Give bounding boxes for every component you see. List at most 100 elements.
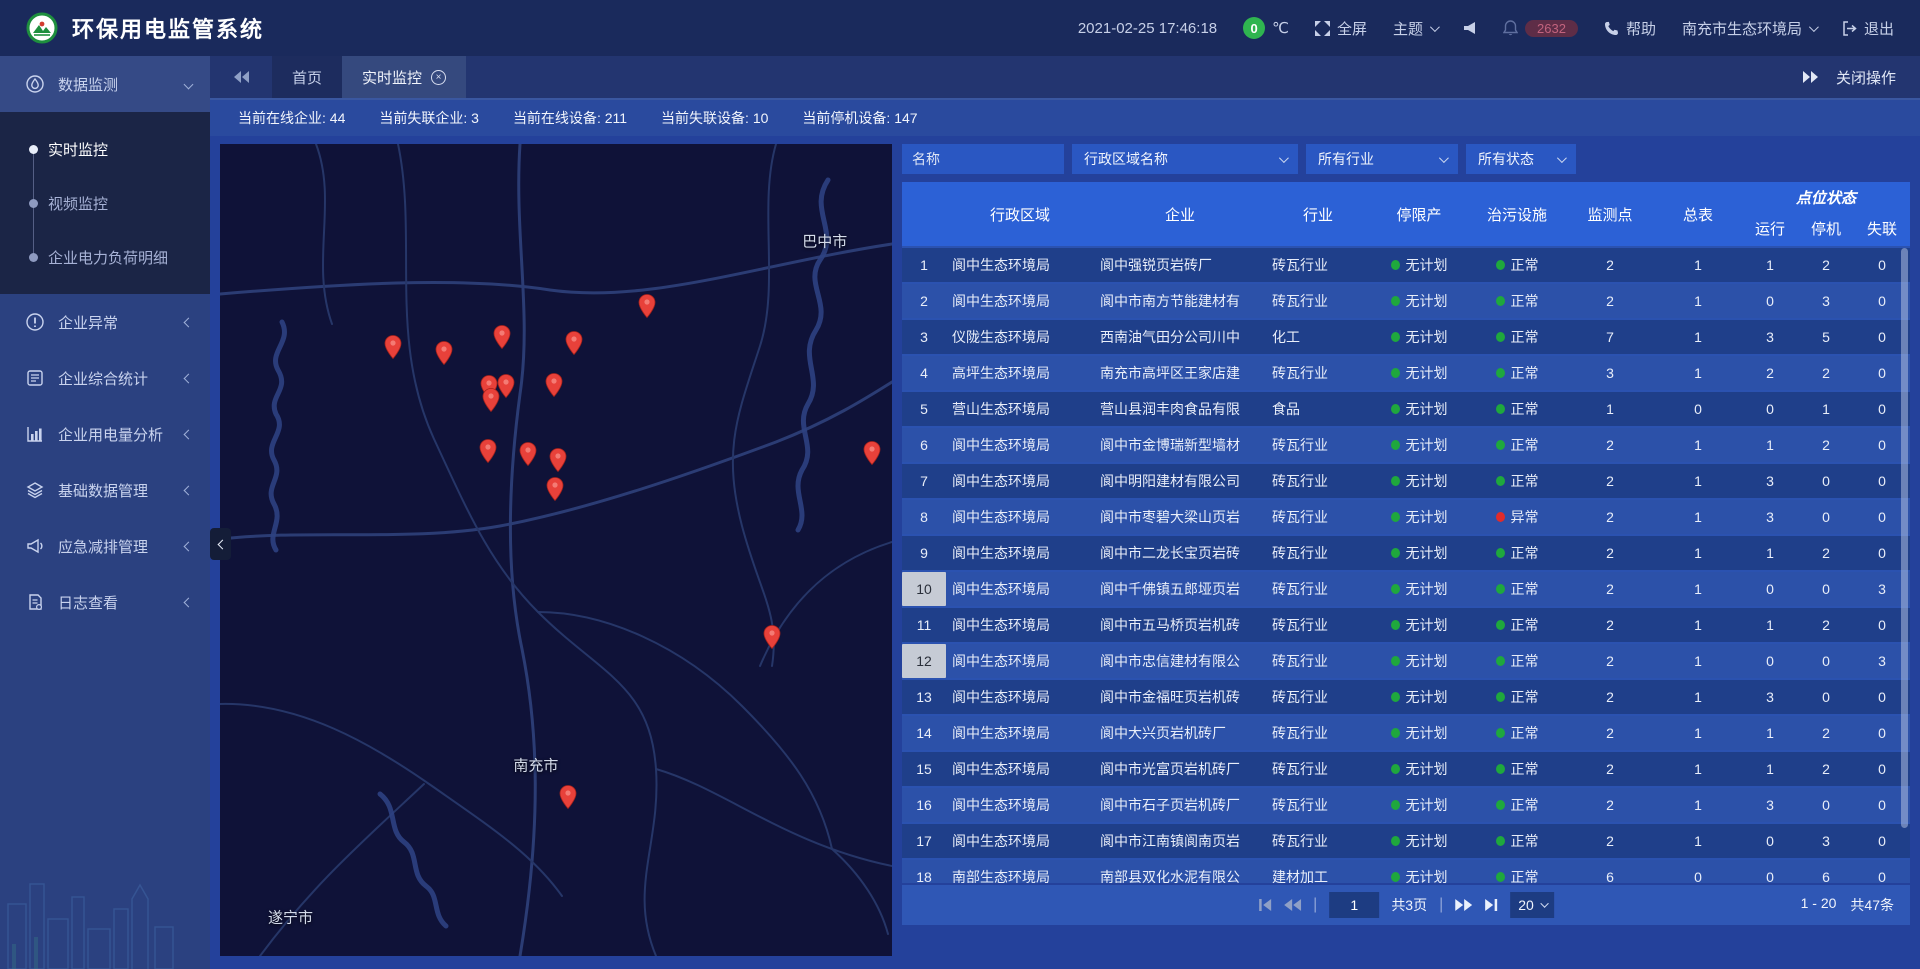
- table-row[interactable]: 18 南部生态环境局 南部县双化水泥有限公 建材加工 无计划 正常 6 0 0 …: [902, 860, 1910, 883]
- table-row[interactable]: 2 阆中生态环境局 阆中市南方节能建材有 砖瓦行业 无计划 正常 2 1 0 3…: [902, 284, 1910, 318]
- filter-bar: 行政区域名称 所有行业 所有状态: [902, 144, 1910, 174]
- sidebar-item-1[interactable]: 企业异常: [0, 294, 210, 350]
- sidebar-subitem-0-2[interactable]: 企业电力负荷明细: [0, 230, 210, 284]
- table-row[interactable]: 5 营山生态环境局 营山县润丰肉食品有限 食品 无计划 正常 1 0 0 1 0: [902, 392, 1910, 426]
- logout-button[interactable]: 退出: [1842, 18, 1894, 39]
- table-row[interactable]: 8 阆中生态环境局 阆中市枣碧大梁山页岩 砖瓦行业 无计划 异常 2 1 3 0…: [902, 500, 1910, 534]
- table-row[interactable]: 3 仪陇生态环境局 西南油气田分公司川中 化工 无计划 正常 7 1 3 5 0: [902, 320, 1910, 354]
- map-pin[interactable]: [763, 625, 780, 649]
- page-number-input[interactable]: [1329, 892, 1379, 918]
- cell-running: 3: [1742, 473, 1798, 489]
- cell-region: 阆中生态环境局: [946, 291, 1094, 311]
- sidebar-subitem-0-1[interactable]: 视频监控: [0, 176, 210, 230]
- cell-region: 阆中生态环境局: [946, 795, 1094, 815]
- sidebar-item-2[interactable]: 企业综合统计: [0, 350, 210, 406]
- map-pin-icon: [480, 439, 497, 463]
- map-canvas[interactable]: 巴中市南充市遂宁市: [220, 144, 892, 956]
- row-index: 11: [902, 608, 946, 642]
- volume-button[interactable]: [1463, 21, 1477, 35]
- map-pin[interactable]: [480, 439, 497, 463]
- double-chevron-right-icon[interactable]: [1802, 71, 1818, 83]
- collapse-panel-button[interactable]: [210, 528, 231, 560]
- sidebar-item-6[interactable]: 日志查看: [0, 574, 210, 630]
- name-search-input[interactable]: [902, 144, 1064, 174]
- next-page-button[interactable]: [1455, 899, 1472, 911]
- cell-facility-status: 正常: [1468, 615, 1566, 635]
- cell-stopped: 0: [1798, 581, 1854, 597]
- map-pin[interactable]: [550, 448, 567, 472]
- cell-stopped: 1: [1798, 401, 1854, 417]
- table-row[interactable]: 16 阆中生态环境局 阆中市石子页岩机砖厂 砖瓦行业 无计划 正常 2 1 3 …: [902, 788, 1910, 822]
- theme-dropdown[interactable]: 主题: [1393, 18, 1437, 39]
- table-row[interactable]: 4 高坪生态环境局 南充市高坪区王家店建 砖瓦行业 无计划 正常 3 1 2 2…: [902, 356, 1910, 390]
- table-row[interactable]: 15 阆中生态环境局 阆中市光富页岩机砖厂 砖瓦行业 无计划 正常 2 1 1 …: [902, 752, 1910, 786]
- sidebar-item-0[interactable]: 数据监测: [0, 56, 210, 112]
- notifications-button[interactable]: 2632: [1503, 20, 1578, 37]
- cell-company: 阆中市枣碧大梁山页岩: [1094, 507, 1266, 527]
- cell-meters: 1: [1654, 761, 1742, 777]
- map-pin[interactable]: [483, 388, 500, 412]
- app-logo-icon: [26, 12, 58, 44]
- map-pin-icon: [545, 373, 562, 397]
- table-row[interactable]: 13 阆中生态环境局 阆中市金福旺页岩机砖 砖瓦行业 无计划 正常 2 1 3 …: [902, 680, 1910, 714]
- chevron-down-icon: [1809, 22, 1819, 32]
- tab-close-icon[interactable]: ×: [431, 70, 446, 85]
- table-row[interactable]: 11 阆中生态环境局 阆中市五马桥页岩机砖 砖瓦行业 无计划 正常 2 1 1 …: [902, 608, 1910, 642]
- sidebar-item-4[interactable]: 基础数据管理: [0, 462, 210, 518]
- map-pin[interactable]: [863, 441, 880, 465]
- cell-meters: 1: [1654, 653, 1742, 669]
- row-index: 2: [902, 284, 946, 318]
- table-row[interactable]: 7 阆中生态环境局 阆中明阳建材有限公司 砖瓦行业 无计划 正常 2 1 3 0…: [902, 464, 1910, 498]
- page-size-select[interactable]: 20: [1510, 892, 1554, 918]
- row-index: 16: [902, 788, 946, 822]
- tab-home[interactable]: 首页: [272, 56, 342, 98]
- map-pin[interactable]: [566, 331, 583, 355]
- previous-page-button[interactable]: [1284, 899, 1301, 911]
- stat-item: 当前失联企业: 3: [379, 108, 479, 128]
- region-select[interactable]: 行政区域名称: [1072, 144, 1298, 174]
- table-row[interactable]: 1 阆中生态环境局 阆中强锐页岩砖厂 砖瓦行业 无计划 正常 2 1 1 2 0: [902, 248, 1910, 282]
- cell-meters: 1: [1654, 437, 1742, 453]
- industry-select[interactable]: 所有行业: [1306, 144, 1458, 174]
- map-pin[interactable]: [493, 325, 510, 349]
- map-pin[interactable]: [436, 341, 453, 365]
- close-operations-button[interactable]: 关闭操作: [1836, 67, 1896, 88]
- help-button[interactable]: 帮助: [1604, 18, 1656, 39]
- last-page-button[interactable]: [1484, 899, 1498, 911]
- pager-divider: |: [1313, 896, 1317, 914]
- map-pin[interactable]: [547, 477, 564, 501]
- cell-points: 2: [1566, 725, 1654, 741]
- cell-facility-status: 正常: [1468, 399, 1566, 419]
- table-row[interactable]: 14 阆中生态环境局 阆中大兴页岩机砖厂 砖瓦行业 无计划 正常 2 1 1 2…: [902, 716, 1910, 750]
- cell-stopped: 3: [1798, 293, 1854, 309]
- map-pin[interactable]: [560, 785, 577, 809]
- status-dot: [1496, 332, 1505, 342]
- table-row[interactable]: 6 阆中生态环境局 阆中市金博瑞新型墙材 砖瓦行业 无计划 正常 2 1 1 2…: [902, 428, 1910, 462]
- map-pin[interactable]: [639, 294, 656, 318]
- sidebar-subitem-0-0[interactable]: 实时监控: [0, 122, 210, 176]
- map-pin[interactable]: [545, 373, 562, 397]
- cell-points: 3: [1566, 365, 1654, 381]
- table-row[interactable]: 10 阆中生态环境局 阆中千佛镇五郎垭页岩 砖瓦行业 无计划 正常 2 1 0 …: [902, 572, 1910, 606]
- fullscreen-button[interactable]: 全屏: [1315, 18, 1367, 39]
- tabs-scroll-left-button[interactable]: [224, 71, 260, 83]
- table-row[interactable]: 9 阆中生态环境局 阆中市二龙长宝页岩砖 砖瓦行业 无计划 正常 2 1 1 2…: [902, 536, 1910, 570]
- cell-stopped: 0: [1798, 797, 1854, 813]
- organization-dropdown[interactable]: 南充市生态环境局: [1682, 18, 1816, 39]
- first-page-button[interactable]: [1258, 899, 1272, 911]
- tab-realtime-monitor[interactable]: 实时监控 ×: [342, 56, 466, 98]
- table-scrollbar-thumb[interactable]: [1901, 248, 1908, 828]
- cell-running: 0: [1742, 653, 1798, 669]
- cell-industry: 砖瓦行业: [1266, 759, 1370, 779]
- map-pin[interactable]: [519, 442, 536, 466]
- sidebar-item-3[interactable]: 企业用电量分析: [0, 406, 210, 462]
- cell-meters: 1: [1654, 257, 1742, 273]
- cell-facility-status: 正常: [1468, 543, 1566, 563]
- status-select[interactable]: 所有状态: [1466, 144, 1576, 174]
- table-row[interactable]: 12 阆中生态环境局 阆中市忠信建材有限公 砖瓦行业 无计划 正常 2 1 0 …: [902, 644, 1910, 678]
- table-row[interactable]: 17 阆中生态环境局 阆中市江南镇阆南页岩 砖瓦行业 无计划 正常 2 1 0 …: [902, 824, 1910, 858]
- map-pin[interactable]: [384, 335, 401, 359]
- cell-region: 仪陇生态环境局: [946, 327, 1094, 347]
- cell-limit-status: 无计划: [1370, 327, 1468, 347]
- sidebar-item-5[interactable]: 应急减排管理: [0, 518, 210, 574]
